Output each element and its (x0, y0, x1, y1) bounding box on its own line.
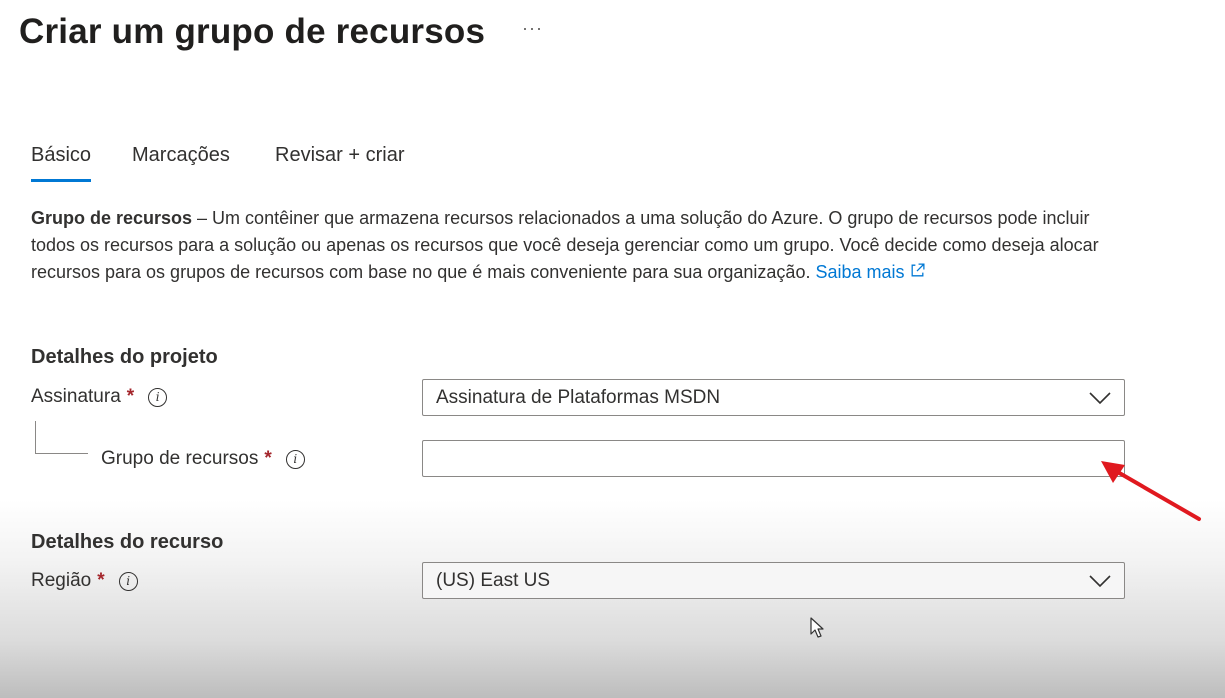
region-label-row: Região * i (31, 570, 138, 592)
description: Grupo de recursos – Um contêiner que arm… (31, 205, 1111, 287)
required-marker: * (126, 386, 135, 407)
subscription-dropdown[interactable]: Assinatura de Plataformas MSDN (422, 379, 1125, 416)
learn-more-label[interactable]: Saiba mais (815, 262, 904, 282)
resource-group-label-row: Grupo de recursos * i (101, 448, 305, 470)
project-details-heading: Detalhes do projeto (31, 346, 218, 368)
region-value: (US) East US (436, 569, 551, 591)
region-dropdown[interactable]: (US) East US (422, 562, 1125, 599)
resource-details-heading: Detalhes do recurso (31, 531, 224, 553)
tab-revisar-criar[interactable]: Revisar + criar (275, 144, 404, 167)
annotation-arrow-icon (1101, 461, 1201, 521)
resource-group-input[interactable] (422, 440, 1125, 477)
more-options-button[interactable]: ··· (522, 18, 543, 39)
description-text: – Um contêiner que armazena recursos rel… (31, 208, 1099, 282)
info-icon[interactable]: i (285, 449, 305, 469)
learn-more-link[interactable]: Saiba mais (815, 262, 925, 282)
subscription-label: Assinatura (31, 386, 121, 407)
mouse-pointer-icon (810, 617, 824, 638)
required-marker: * (264, 448, 272, 469)
chevron-down-icon (1089, 575, 1111, 588)
subscription-value: Assinatura de Plataformas MSDN (436, 386, 721, 408)
resource-group-label: Grupo de recursos (101, 448, 259, 469)
page-title: Criar um grupo de recursos (19, 12, 486, 51)
subscription-label-row: Assinatura * i (31, 386, 168, 408)
chevron-down-icon (1089, 392, 1111, 405)
external-link-icon (909, 260, 926, 287)
region-label: Região (31, 570, 92, 591)
tree-connector (35, 421, 88, 454)
description-title: Grupo de recursos (31, 208, 193, 228)
tab-basico[interactable]: Básico (31, 144, 92, 182)
info-icon[interactable]: i (148, 387, 168, 407)
required-marker: * (97, 570, 105, 591)
info-icon[interactable]: i (118, 571, 138, 591)
tab-marcacoes[interactable]: Marcações (132, 144, 230, 167)
